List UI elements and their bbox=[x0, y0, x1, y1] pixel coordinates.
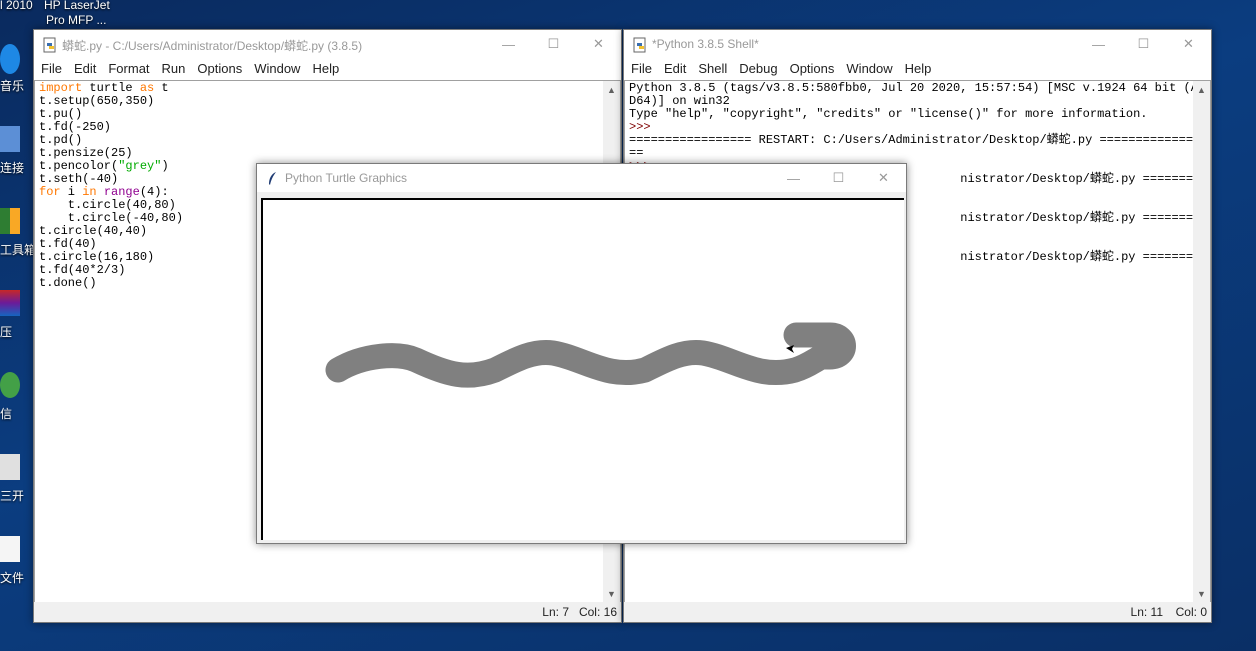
menu-window[interactable]: Window bbox=[840, 58, 898, 80]
editor-statusbar: Ln: 7 Col: 16 bbox=[34, 602, 621, 622]
code-line: t.fd(-250) bbox=[39, 120, 112, 134]
editor-title: 蟒蛇.py - C:/Users/Administrator/Desktop/蟒… bbox=[62, 39, 363, 53]
desktop-icon[interactable] bbox=[0, 454, 20, 480]
status-line: Ln: 11 bbox=[1130, 605, 1163, 619]
minimize-button[interactable]: — bbox=[486, 30, 531, 58]
minimize-button[interactable]: — bbox=[1076, 30, 1121, 58]
python-shell-icon bbox=[633, 37, 646, 53]
desktop-icon[interactable] bbox=[0, 208, 20, 234]
desktop-icon[interactable] bbox=[0, 372, 20, 398]
turtle-title: Python Turtle Graphics bbox=[285, 171, 408, 185]
maximize-button[interactable]: ☐ bbox=[816, 164, 861, 192]
shell-menubar: File Edit Shell Debug Options Window Hel… bbox=[624, 58, 1211, 80]
close-button[interactable]: ✕ bbox=[576, 30, 621, 58]
desktop-icon[interactable] bbox=[0, 536, 20, 562]
turtle-titlebar[interactable]: Python Turtle Graphics — ☐ ✕ bbox=[257, 164, 906, 192]
status-col: Col: 0 bbox=[1175, 605, 1207, 619]
desktop-label: 工具箱 bbox=[0, 243, 37, 257]
close-button[interactable]: ✕ bbox=[861, 164, 906, 192]
desktop-label: l 2010 bbox=[0, 0, 33, 12]
menu-help[interactable]: Help bbox=[899, 58, 938, 80]
desktop-icon[interactable] bbox=[0, 290, 20, 316]
desktop-label: 文件 bbox=[0, 571, 25, 585]
python-file-icon bbox=[43, 37, 56, 53]
menu-window[interactable]: Window bbox=[248, 58, 306, 80]
status-col: Col: 16 bbox=[578, 605, 617, 619]
menu-debug[interactable]: Debug bbox=[733, 58, 783, 80]
minimize-button[interactable]: — bbox=[771, 164, 816, 192]
shell-line: ================= RESTART: C:/Users/Admi… bbox=[629, 133, 1201, 147]
menu-file[interactable]: File bbox=[625, 58, 658, 80]
desktop-label: HP LaserJet bbox=[44, 0, 110, 12]
menu-options[interactable]: Options bbox=[784, 58, 841, 80]
desktop-label: Pro MFP ... bbox=[46, 13, 107, 27]
shell-title: *Python 3.8.5 Shell* bbox=[652, 37, 759, 51]
scroll-up-icon[interactable]: ▲ bbox=[603, 81, 620, 98]
scroll-up-icon[interactable]: ▲ bbox=[1193, 81, 1210, 98]
editor-menubar: File Edit Format Run Options Window Help bbox=[34, 58, 621, 80]
close-button[interactable]: ✕ bbox=[1166, 30, 1211, 58]
menu-run[interactable]: Run bbox=[156, 58, 192, 80]
snake-drawing bbox=[325, 322, 856, 388]
code-line: t.pu() bbox=[39, 107, 83, 121]
scroll-down-icon[interactable]: ▼ bbox=[1193, 585, 1210, 602]
desktop-icon[interactable] bbox=[0, 44, 20, 74]
menu-help[interactable]: Help bbox=[306, 58, 345, 80]
code-line: t.setup(650,350) bbox=[39, 94, 155, 108]
maximize-button[interactable]: ☐ bbox=[1121, 30, 1166, 58]
desktop-label: 信 bbox=[0, 407, 13, 421]
editor-titlebar[interactable]: 蟒蛇.py - C:/Users/Administrator/Desktop/蟒… bbox=[34, 30, 621, 58]
maximize-button[interactable]: ☐ bbox=[531, 30, 576, 58]
menu-edit[interactable]: Edit bbox=[658, 58, 692, 80]
desktop-label: 压 bbox=[0, 325, 13, 339]
shell-statusbar: Ln: 11 Col: 0 bbox=[624, 602, 1211, 622]
menu-format[interactable]: Format bbox=[102, 58, 155, 80]
menu-options[interactable]: Options bbox=[191, 58, 248, 80]
menu-edit[interactable]: Edit bbox=[68, 58, 102, 80]
desktop-label: 连接 bbox=[0, 161, 25, 175]
shell-line: == bbox=[629, 146, 644, 160]
turtle-window[interactable]: Python Turtle Graphics — ☐ ✕ bbox=[256, 163, 907, 544]
desktop-icon[interactable] bbox=[0, 126, 20, 152]
shell-titlebar[interactable]: *Python 3.8.5 Shell* — ☐ ✕ bbox=[624, 30, 1211, 58]
turtle-drawing bbox=[325, 322, 856, 388]
turtle-cursor-icon bbox=[786, 345, 794, 353]
status-line: Ln: 7 bbox=[542, 605, 569, 619]
shell-scrollbar[interactable]: ▲ ▼ bbox=[1193, 81, 1210, 602]
scroll-down-icon[interactable]: ▼ bbox=[603, 585, 620, 602]
menu-file[interactable]: File bbox=[35, 58, 68, 80]
turtle-canvas[interactable] bbox=[261, 198, 904, 540]
shell-line: Type "help", "copyright", "credits" or "… bbox=[629, 107, 1148, 121]
menu-shell[interactable]: Shell bbox=[692, 58, 733, 80]
feather-icon bbox=[269, 172, 276, 185]
desktop-label: 音乐 bbox=[0, 79, 25, 93]
desktop-label: 三开 bbox=[0, 489, 25, 503]
